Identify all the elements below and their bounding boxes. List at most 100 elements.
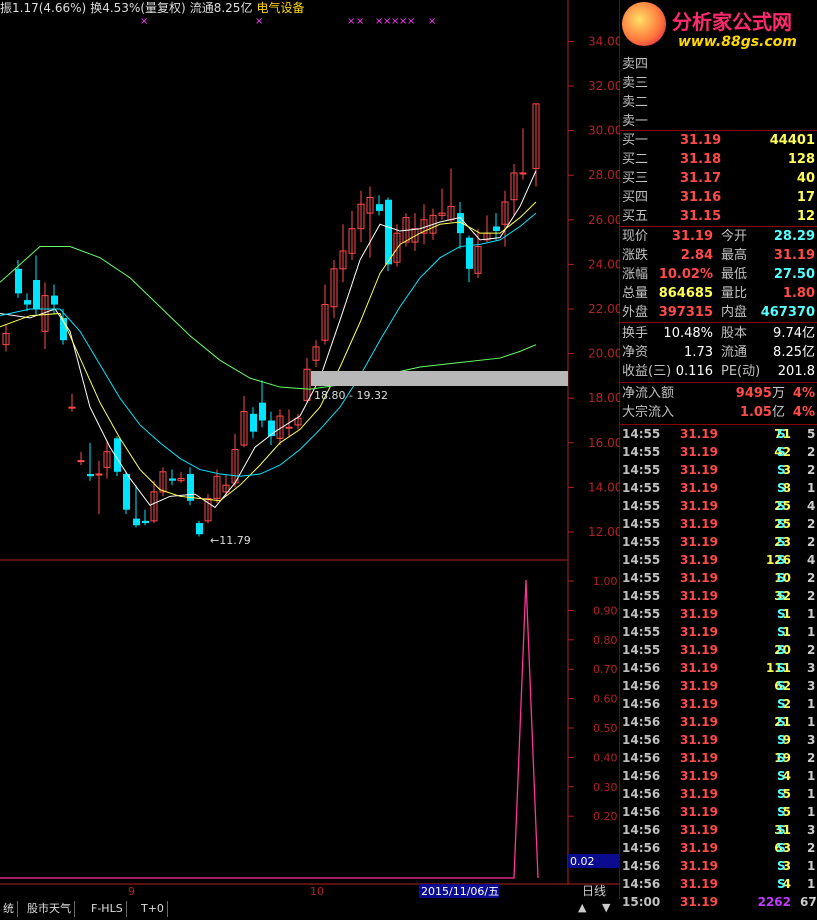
buy-volume: 40 bbox=[796, 171, 815, 186]
candle-body bbox=[33, 280, 40, 309]
tick-time: 14:55 bbox=[622, 481, 661, 495]
tick-row: 14:55 31.19 42 S 2 bbox=[620, 443, 817, 461]
period-label: 日线 bbox=[582, 884, 606, 898]
tick-side: S bbox=[777, 823, 786, 837]
logo-name: 分析家公式网 bbox=[672, 10, 792, 34]
tick-side: S bbox=[777, 697, 786, 711]
candle-body bbox=[77, 460, 85, 463]
tick-time: 14:55 bbox=[622, 643, 661, 657]
tick-time: 14:56 bbox=[622, 787, 661, 801]
price-axis-label: 28.00 bbox=[588, 168, 620, 182]
stat-label: 内盘 bbox=[721, 305, 748, 320]
sell-label: 卖三 bbox=[622, 76, 649, 91]
sell-label: 卖四 bbox=[622, 57, 649, 72]
tick-side: S bbox=[777, 733, 786, 747]
price-range-band bbox=[311, 371, 568, 386]
bottom-tab[interactable]: F-HLS bbox=[88, 901, 127, 917]
tick-price: 31.19 bbox=[680, 805, 718, 819]
candle-body bbox=[376, 204, 383, 211]
buy-volume: 12 bbox=[796, 209, 815, 224]
candle-body bbox=[466, 237, 473, 269]
tick-price: 31.19 bbox=[680, 589, 718, 603]
sell-row: 卖二 bbox=[620, 93, 817, 112]
signal-marker: × bbox=[407, 16, 415, 27]
tick-row: 14:55 31.19 126 S 4 bbox=[620, 551, 817, 569]
buy-row: 买二 31.18 128 bbox=[620, 150, 817, 169]
tick-time: 14:55 bbox=[622, 625, 661, 639]
tick-count: 1 bbox=[807, 877, 816, 891]
fund-value: 8.25亿 bbox=[773, 345, 815, 360]
candle-body bbox=[133, 518, 140, 526]
tick-count: 1 bbox=[807, 859, 816, 873]
tick-count: 1 bbox=[807, 625, 816, 639]
tick-count: 5 bbox=[807, 427, 816, 441]
fund-label: 流通 bbox=[721, 345, 748, 360]
stat-row: 总量 864685 量比 1.80 bbox=[620, 284, 817, 303]
ind-axis-label: 0.30 bbox=[593, 781, 618, 794]
tick-side: S bbox=[777, 499, 786, 513]
flower-logo-icon bbox=[622, 2, 666, 46]
tick-price: 31.19 bbox=[680, 481, 718, 495]
stat-value: 31.19 bbox=[671, 229, 713, 244]
scroll-up-icon[interactable]: ▲ bbox=[578, 901, 586, 914]
candle-body bbox=[493, 226, 500, 231]
tick-price: 31.19 bbox=[680, 877, 718, 891]
price-axis-label: 18.00 bbox=[588, 391, 620, 405]
stat-row: 涨幅 10.02% 最低 27.50 bbox=[620, 265, 817, 284]
bottom-tab[interactable]: 股市天气 bbox=[24, 901, 75, 917]
price-axis-label: 34.00 bbox=[588, 34, 620, 48]
ind-axis-label: 1.00 bbox=[593, 575, 618, 588]
tick-price: 31.19 bbox=[680, 859, 718, 873]
buy-volume: 44401 bbox=[769, 133, 815, 148]
tick-row: 14:56 31.19 62 S 3 bbox=[620, 677, 817, 695]
tick-side: S bbox=[777, 463, 786, 477]
tick-side: S bbox=[777, 751, 786, 765]
fund-value: 201.8 bbox=[777, 364, 815, 379]
sell-label: 卖一 bbox=[622, 114, 649, 129]
tick-time: 14:55 bbox=[622, 607, 661, 621]
candle-body bbox=[142, 520, 149, 524]
candle-body bbox=[15, 268, 22, 294]
tick-price: 31.19 bbox=[680, 715, 718, 729]
tick-price: 31.19 bbox=[680, 517, 718, 531]
tick-price: 31.19 bbox=[680, 769, 718, 783]
logo-url: www.88gs.com bbox=[678, 34, 797, 50]
tick-row: 14:56 31.19 111 S 3 bbox=[620, 659, 817, 677]
buy-volume: 17 bbox=[796, 190, 815, 205]
candle-body bbox=[385, 199, 392, 265]
candle-body bbox=[196, 523, 203, 535]
tick-price: 31.19 bbox=[680, 445, 718, 459]
tick-side: S bbox=[777, 589, 786, 603]
signal-marker: × bbox=[428, 16, 436, 27]
tick-row: 14:55 31.19 23 S 2 bbox=[620, 533, 817, 551]
tick-count: 2 bbox=[807, 445, 816, 459]
tick-count: 2 bbox=[807, 751, 816, 765]
tick-time: 14:55 bbox=[622, 535, 661, 549]
tick-price: 31.19 bbox=[680, 679, 718, 693]
tick-time: 14:56 bbox=[622, 823, 661, 837]
ind-axis-label: 0.80 bbox=[593, 634, 618, 647]
tick-side: S bbox=[777, 553, 786, 567]
tick-price: 31.19 bbox=[680, 553, 718, 567]
ind-axis-label: 0.50 bbox=[593, 722, 618, 735]
stat-row: 外盘 397315 内盘 467370 bbox=[620, 303, 817, 322]
tick-price: 31.19 bbox=[680, 733, 718, 747]
bottom-tab[interactable]: 统 bbox=[0, 901, 18, 917]
ind-axis-label: 0.40 bbox=[593, 751, 618, 764]
tick-side: S bbox=[777, 535, 786, 549]
month-label: 9 bbox=[128, 885, 135, 898]
tick-time: 14:56 bbox=[622, 769, 661, 783]
stat-label: 总量 bbox=[622, 286, 649, 301]
tick-price: 31.19 bbox=[680, 427, 718, 441]
buy-label: 买四 bbox=[622, 190, 649, 205]
tick-time: 14:55 bbox=[622, 517, 661, 531]
tick-count: 67 bbox=[800, 895, 817, 909]
kline-chart[interactable]: 34.00 32.00 30.00 28.00 26.00 24.00 22.00 20.00… bbox=[0, 0, 620, 920]
fund-value: 10.48% bbox=[663, 326, 713, 341]
tick-side: S bbox=[777, 769, 786, 783]
bottom-tab[interactable]: T+0 bbox=[138, 901, 168, 917]
tick-price: 31.19 bbox=[680, 625, 718, 639]
tick-count: 3 bbox=[807, 733, 816, 747]
stat-label: 涨幅 bbox=[622, 267, 649, 282]
scroll-down-icon[interactable]: ▼ bbox=[602, 901, 610, 914]
